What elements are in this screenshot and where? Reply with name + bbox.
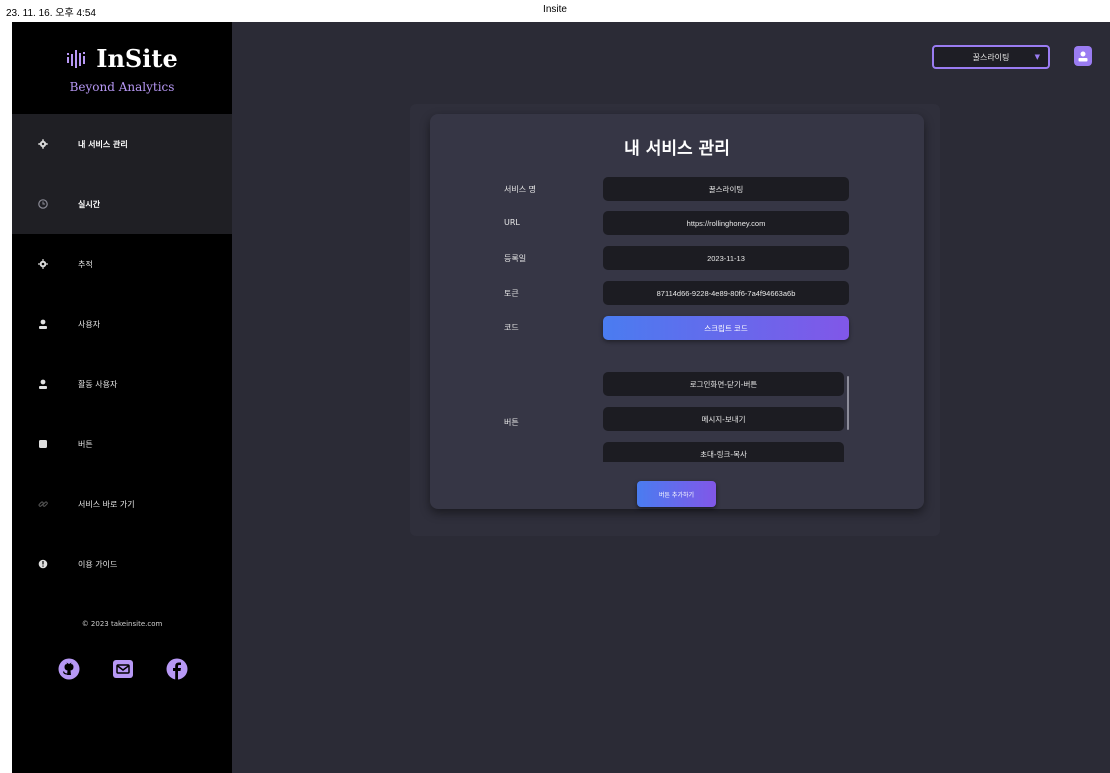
print-title: Insite (543, 4, 567, 15)
service-management-card: 내 서비스 관리 서비스 명 꿀스라이팅 URL https://rolling… (430, 114, 924, 509)
sidebar-item-label: 내 서비스 관리 (78, 139, 128, 149)
app-window: InSite Beyond Analytics 내 서비스 관리 실시간 추적 … (12, 22, 1110, 773)
sidebar-item-label: 버튼 (78, 439, 93, 449)
sidebar-item-my-service[interactable]: 내 서비스 관리 (12, 114, 232, 174)
sidebar-item-label: 활동 사용자 (78, 379, 118, 389)
service-name-label: 서비스 명 (504, 185, 536, 194)
github-icon[interactable] (58, 658, 80, 680)
brand-name: InSite (96, 44, 178, 73)
crosshair-icon (38, 259, 48, 269)
sidebar-item-users[interactable]: 사용자 (12, 294, 232, 354)
info-icon (38, 559, 48, 569)
token-field: 87114d66-9228-4e89-80f6-7a4f94663a6b (603, 281, 849, 305)
token-label: 토큰 (504, 289, 519, 298)
soundwave-logo-icon (67, 49, 86, 68)
clock-icon (38, 199, 48, 209)
list-item[interactable]: 메시지-보내기 (603, 407, 844, 431)
square-button-icon (38, 439, 48, 449)
url-label: URL (504, 218, 520, 227)
sidebar-item-realtime[interactable]: 실시간 (12, 174, 232, 234)
page-title: 내 서비스 관리 (624, 139, 730, 159)
chevron-down-icon: ▼ (1034, 53, 1040, 61)
registered-date-field: 2023-11-13 (603, 246, 849, 270)
service-name-field: 꿀스라이팅 (603, 177, 849, 201)
gear-icon (38, 139, 48, 149)
service-select-value: 꿀스라이팅 (972, 52, 1010, 62)
social-links (58, 658, 188, 680)
sidebar-item-tracking[interactable]: 추적 (12, 234, 232, 294)
sidebar-item-label: 이용 가이드 (78, 559, 118, 569)
brand-tagline: Beyond Analytics (69, 79, 175, 94)
logo[interactable]: InSite Beyond Analytics (12, 44, 232, 94)
user-icon (1078, 51, 1088, 61)
url-field: https://rollinghoney.com (603, 211, 849, 235)
copyright: © 2023 takeinsite.com (81, 620, 163, 628)
facebook-icon[interactable] (166, 658, 188, 680)
registered-date-label: 등록일 (504, 254, 527, 263)
service-select[interactable]: 꿀스라이팅 ▼ (932, 45, 1050, 69)
list-item[interactable]: 로그인화면-닫기-버튼 (603, 372, 844, 396)
list-item[interactable]: 초대-링크-복사 (603, 442, 844, 462)
sidebar-item-buttons[interactable]: 버튼 (12, 414, 232, 474)
sidebar-menu: 내 서비스 관리 실시간 추적 사용자 활동 사용자 버튼 서비스 바로 가기 … (12, 114, 232, 594)
sidebar: InSite Beyond Analytics 내 서비스 관리 실시간 추적 … (12, 22, 232, 773)
sidebar-item-shortcut[interactable]: 서비스 바로 가기 (12, 474, 232, 534)
buttons-label: 버튼 (504, 418, 519, 427)
button-list[interactable]: 로그인화면-닫기-버튼 메시지-보내기 초대-링크-복사 (603, 372, 849, 462)
sidebar-item-label: 실시간 (78, 199, 101, 209)
print-header: 23. 11. 16. 오후 4:54 Insite (0, 0, 1110, 22)
sidebar-item-label: 추적 (78, 259, 93, 269)
add-button-button[interactable]: 버튼 추가하기 (637, 481, 716, 507)
mail-icon[interactable] (112, 658, 134, 680)
script-code-button[interactable]: 스크립트 코드 (603, 316, 849, 340)
link-icon (38, 499, 48, 509)
button-list-scrollbar[interactable] (847, 376, 849, 430)
sidebar-item-active-users[interactable]: 활동 사용자 (12, 354, 232, 414)
sidebar-item-label: 서비스 바로 가기 (78, 499, 135, 509)
user-icon (38, 319, 48, 329)
active-user-icon (38, 379, 48, 389)
sidebar-item-guide[interactable]: 이용 가이드 (12, 534, 232, 594)
user-avatar[interactable] (1074, 46, 1092, 66)
sidebar-item-label: 사용자 (78, 319, 101, 329)
code-label: 코드 (504, 323, 519, 332)
